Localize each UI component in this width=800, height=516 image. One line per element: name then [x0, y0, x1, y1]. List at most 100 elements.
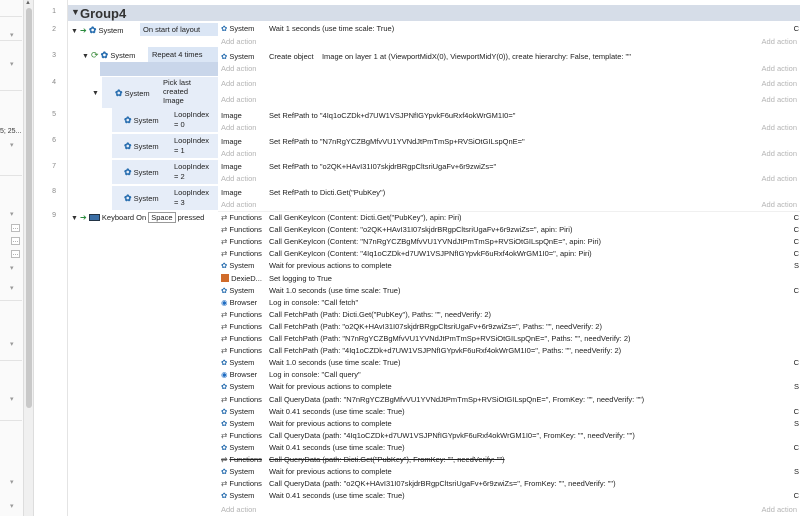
action-row[interactable]: ✿ System Wait for previous actions to com…	[218, 419, 800, 431]
collapse-arrow-icon[interactable]: ▼	[92, 90, 99, 97]
key-name[interactable]: Space	[148, 212, 176, 223]
action-row[interactable]: ⇄ Functions Call FetchPath (Path: "4Iq1oC…	[218, 346, 800, 358]
event-row[interactable]: ▼ ✿ System Pick last created Image	[90, 77, 218, 108]
action-text[interactable]: Wait 1 seconds (use time scale: True)	[269, 24, 394, 33]
event-row[interactable]: ▼ ➔ Keyboard On Space pressed	[68, 212, 218, 516]
action-text[interactable]: Set RefPath to Dicti.Get("PubKey")	[269, 188, 385, 197]
action-row[interactable]: ✿ System Wait 1.0 seconds (use time scale…	[218, 358, 800, 370]
action-text[interactable]: Set RefPath to "o2QK+HAvI31I07skjdrBRgpC…	[269, 162, 496, 171]
action-row[interactable]: ✿ System Create object Image on layer 1 …	[218, 52, 800, 64]
action-text[interactable]: Create object Image on layer 1 at (Viewp…	[269, 52, 631, 61]
chevron-down-icon[interactable]: ▾	[10, 210, 14, 218]
properties-panel[interactable]: ▾ ▾ 5; 25... ▾ ▾ … … … ▾ ▾ ▾ ▾ ▾ ▾	[0, 0, 24, 516]
ellipsis-button[interactable]: …	[11, 250, 20, 258]
action-row[interactable]: ⇄ Functions Call FetchPath (Path: Dicti.G…	[218, 310, 800, 322]
event-sheet[interactable]: ▼ Group4 ▼ ➔ ✿ System On start of layout…	[68, 0, 800, 516]
action-text[interactable]: Wait 1.0 seconds (use time scale: True)	[269, 358, 400, 367]
add-action-link[interactable]: Add action Add action	[218, 95, 800, 106]
action-row[interactable]: ⇄ Functions Call QueryData (path: "4Iq1oC…	[218, 431, 800, 443]
event-condition[interactable]: Repeat 4 times	[152, 50, 202, 59]
action-text[interactable]: Wait 0.41 seconds (use time scale: True)	[269, 491, 405, 500]
action-row[interactable]: ✿ System Wait for previous actions to com…	[218, 382, 800, 394]
event-row[interactable]: ✿ System LoopIndex = 1	[112, 134, 218, 159]
action-text[interactable]: Call QueryData (path: "o2QK+HAvI31I07skj…	[269, 479, 616, 488]
event-condition[interactable]: LoopIndex = 2	[174, 162, 209, 182]
action-text[interactable]: Log in console: "Call fetch"	[269, 298, 358, 307]
scrollbar-thumb[interactable]	[26, 8, 32, 408]
action-text[interactable]: Call FetchPath (Path: "N7nRgYCZBgMfvVU1Y…	[269, 334, 631, 343]
action-text[interactable]: Call FetchPath (Path: "4Iq1oCZDk+d7UW1VS…	[269, 346, 621, 355]
action-text[interactable]: Log in console: "Call query"	[269, 370, 361, 379]
collapse-arrow-icon[interactable]: ▼	[82, 53, 89, 60]
collapse-arrow-icon[interactable]: ▼	[71, 215, 78, 222]
condition-text[interactable]: On	[136, 213, 146, 222]
action-text[interactable]: Call FetchPath (Path: "o2QK+HAvI31I07skj…	[269, 322, 602, 331]
action-text[interactable]: Set logging to True	[269, 274, 332, 283]
action-text[interactable]: Call QueryData (path: "4Iq1oCZDk+d7UW1VS…	[269, 431, 635, 440]
action-row[interactable]: ⇄ Functions Call GenKeyIcon (Content: "o2…	[218, 225, 800, 237]
action-row[interactable]: ⇄ Functions Call GenKeyIcon (Content: "4I…	[218, 249, 800, 261]
action-row[interactable]: ✿ System Wait 1 seconds (use time scale:…	[218, 24, 800, 36]
add-action-link[interactable]: Add action Add action	[218, 37, 800, 48]
condition-text[interactable]: pressed	[178, 213, 205, 222]
action-text[interactable]: Call GenKeyIcon (Content: Dicti.Get("Pub…	[269, 213, 461, 222]
event-condition[interactable]: LoopIndex = 1	[174, 136, 209, 156]
collapse-arrow-icon[interactable]: ▼	[71, 28, 78, 35]
action-row[interactable]: ✿ System Wait for previous actions to com…	[218, 261, 800, 273]
chevron-down-icon[interactable]: ▾	[10, 141, 14, 149]
add-action-link[interactable]: Add action Add action	[218, 123, 800, 134]
add-action-link[interactable]: Add action Add action	[218, 79, 800, 90]
event-row[interactable]: ▼ ➔ ✿ System On start of layout	[68, 23, 218, 47]
action-text[interactable]: Wait for previous actions to complete	[269, 467, 392, 476]
action-text[interactable]: Wait for previous actions to complete	[269, 419, 392, 428]
action-row[interactable]: Image Set RefPath to "o2QK+HAvI31I07skjd…	[218, 162, 800, 174]
add-action-link[interactable]: Add action Add action	[218, 64, 800, 75]
action-row[interactable]: Image Set RefPath to "4Iq1oCZDk+d7UW1VSJ…	[218, 111, 800, 123]
event-row[interactable]: ✿ System LoopIndex = 2	[112, 160, 218, 185]
chevron-down-icon[interactable]: ▾	[10, 284, 14, 292]
chevron-down-icon[interactable]: ▾	[10, 264, 14, 272]
action-row[interactable]: ⇄ Functions Call FetchPath (Path: "o2QK+H…	[218, 322, 800, 334]
action-text[interactable]: Call FetchPath (Path: Dicti.Get("PubKey"…	[269, 310, 491, 319]
action-row[interactable]: ◉ Browser Log in console: "Call fetch"	[218, 298, 800, 310]
action-text[interactable]: Call GenKeyIcon (Content: "4Iq1oCZDk+d7U…	[269, 249, 592, 258]
event-condition[interactable]: LoopIndex = 0	[174, 110, 209, 130]
action-text[interactable]: Call QueryData (path: "N7nRgYCZBgMfvVU1Y…	[269, 395, 644, 404]
action-row[interactable]: ✿ System Wait for previous actions to com…	[218, 467, 800, 479]
add-action-link[interactable]: Add action Add action	[218, 174, 800, 185]
event-condition[interactable]: On start of layout	[143, 25, 200, 34]
action-text[interactable]: Wait for previous actions to complete	[269, 261, 392, 270]
action-text[interactable]: Wait 0.41 seconds (use time scale: True)	[269, 443, 405, 452]
action-text[interactable]: Wait for previous actions to complete	[269, 382, 392, 391]
action-row[interactable]: ◉ Browser Log in console: "Call query"	[218, 370, 800, 382]
chevron-down-icon[interactable]: ▾	[10, 502, 14, 510]
action-text[interactable]: Wait 0.41 seconds (use time scale: True)	[269, 407, 405, 416]
action-row[interactable]: ⇄ Functions Call FetchPath (Path: "N7nRgY…	[218, 334, 800, 346]
add-action-link[interactable]: Add action Add action	[218, 149, 800, 160]
event-condition[interactable]: LoopIndex = 3	[174, 188, 209, 208]
action-row[interactable]: ⇄ Functions Call GenKeyIcon (Content: Dic…	[218, 213, 800, 225]
action-text[interactable]: Call QueryData (path: Dicti.Get("PubKey"…	[269, 455, 505, 464]
action-row[interactable]: ⇄ Functions Call GenKeyIcon (Content: "N7…	[218, 237, 800, 249]
add-action-link[interactable]: Add action Add action	[218, 200, 800, 211]
action-text[interactable]: Wait 1.0 seconds (use time scale: True)	[269, 286, 400, 295]
action-row[interactable]: ✿ System Wait 0.41 seconds (use time scal…	[218, 491, 800, 503]
action-text[interactable]: Call GenKeyIcon (Content: "N7nRgYCZBgMfv…	[269, 237, 601, 246]
chevron-down-icon[interactable]: ▾	[10, 395, 14, 403]
action-row[interactable]: ⇄ Functions Call QueryData (path: "N7nRgY…	[218, 395, 800, 407]
action-row[interactable]: Image Set RefPath to "N7nRgYCZBgMfvVU1YV…	[218, 137, 800, 149]
event-condition[interactable]: Pick last created Image	[163, 78, 191, 105]
action-row[interactable]: ✿ System Wait 0.41 seconds (use time scal…	[218, 443, 800, 455]
event-row[interactable]: ▼ ⟳ ✿ System Repeat 4 times	[82, 47, 218, 77]
action-row[interactable]: DexieD... Set logging to True	[218, 273, 800, 286]
collapse-arrow-icon[interactable]: ▼	[71, 7, 80, 17]
ellipsis-button[interactable]: …	[11, 224, 20, 232]
chevron-down-icon[interactable]: ▾	[10, 478, 14, 486]
add-action-link[interactable]: Add action Add action	[218, 505, 800, 516]
action-text[interactable]: Set RefPath to "N7nRgYCZBgMfvVU1YVNdJtPm…	[269, 137, 525, 146]
scroll-up-icon[interactable]: ▲	[25, 0, 31, 6]
action-row[interactable]: ⇄ Functions Call QueryData (path: "o2QK+H…	[218, 479, 800, 491]
action-row[interactable]: Image Set RefPath to Dicti.Get("PubKey")	[218, 188, 800, 200]
group-header[interactable]: ▼ Group4	[68, 5, 800, 21]
event-row[interactable]: ✿ System LoopIndex = 3	[112, 186, 218, 211]
